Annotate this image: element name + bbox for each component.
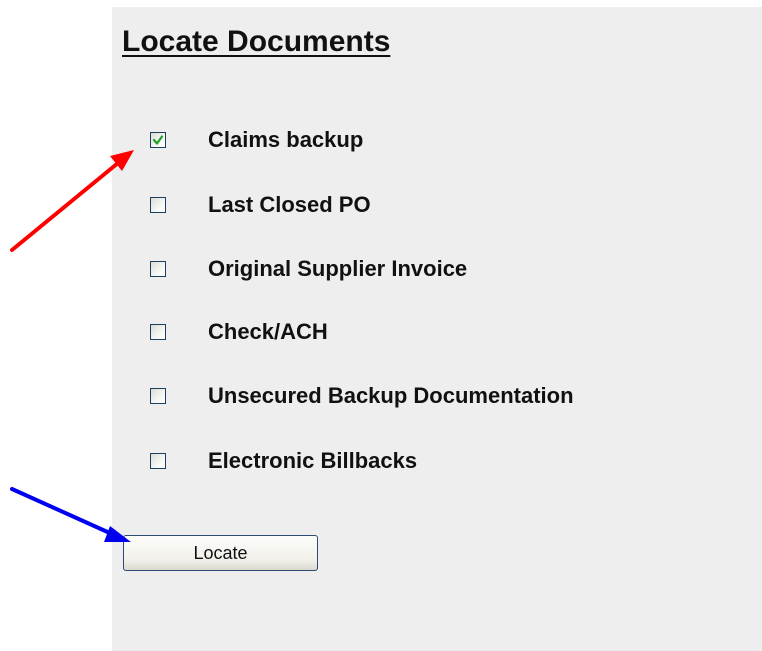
blue-annotation-arrow	[10, 487, 131, 542]
